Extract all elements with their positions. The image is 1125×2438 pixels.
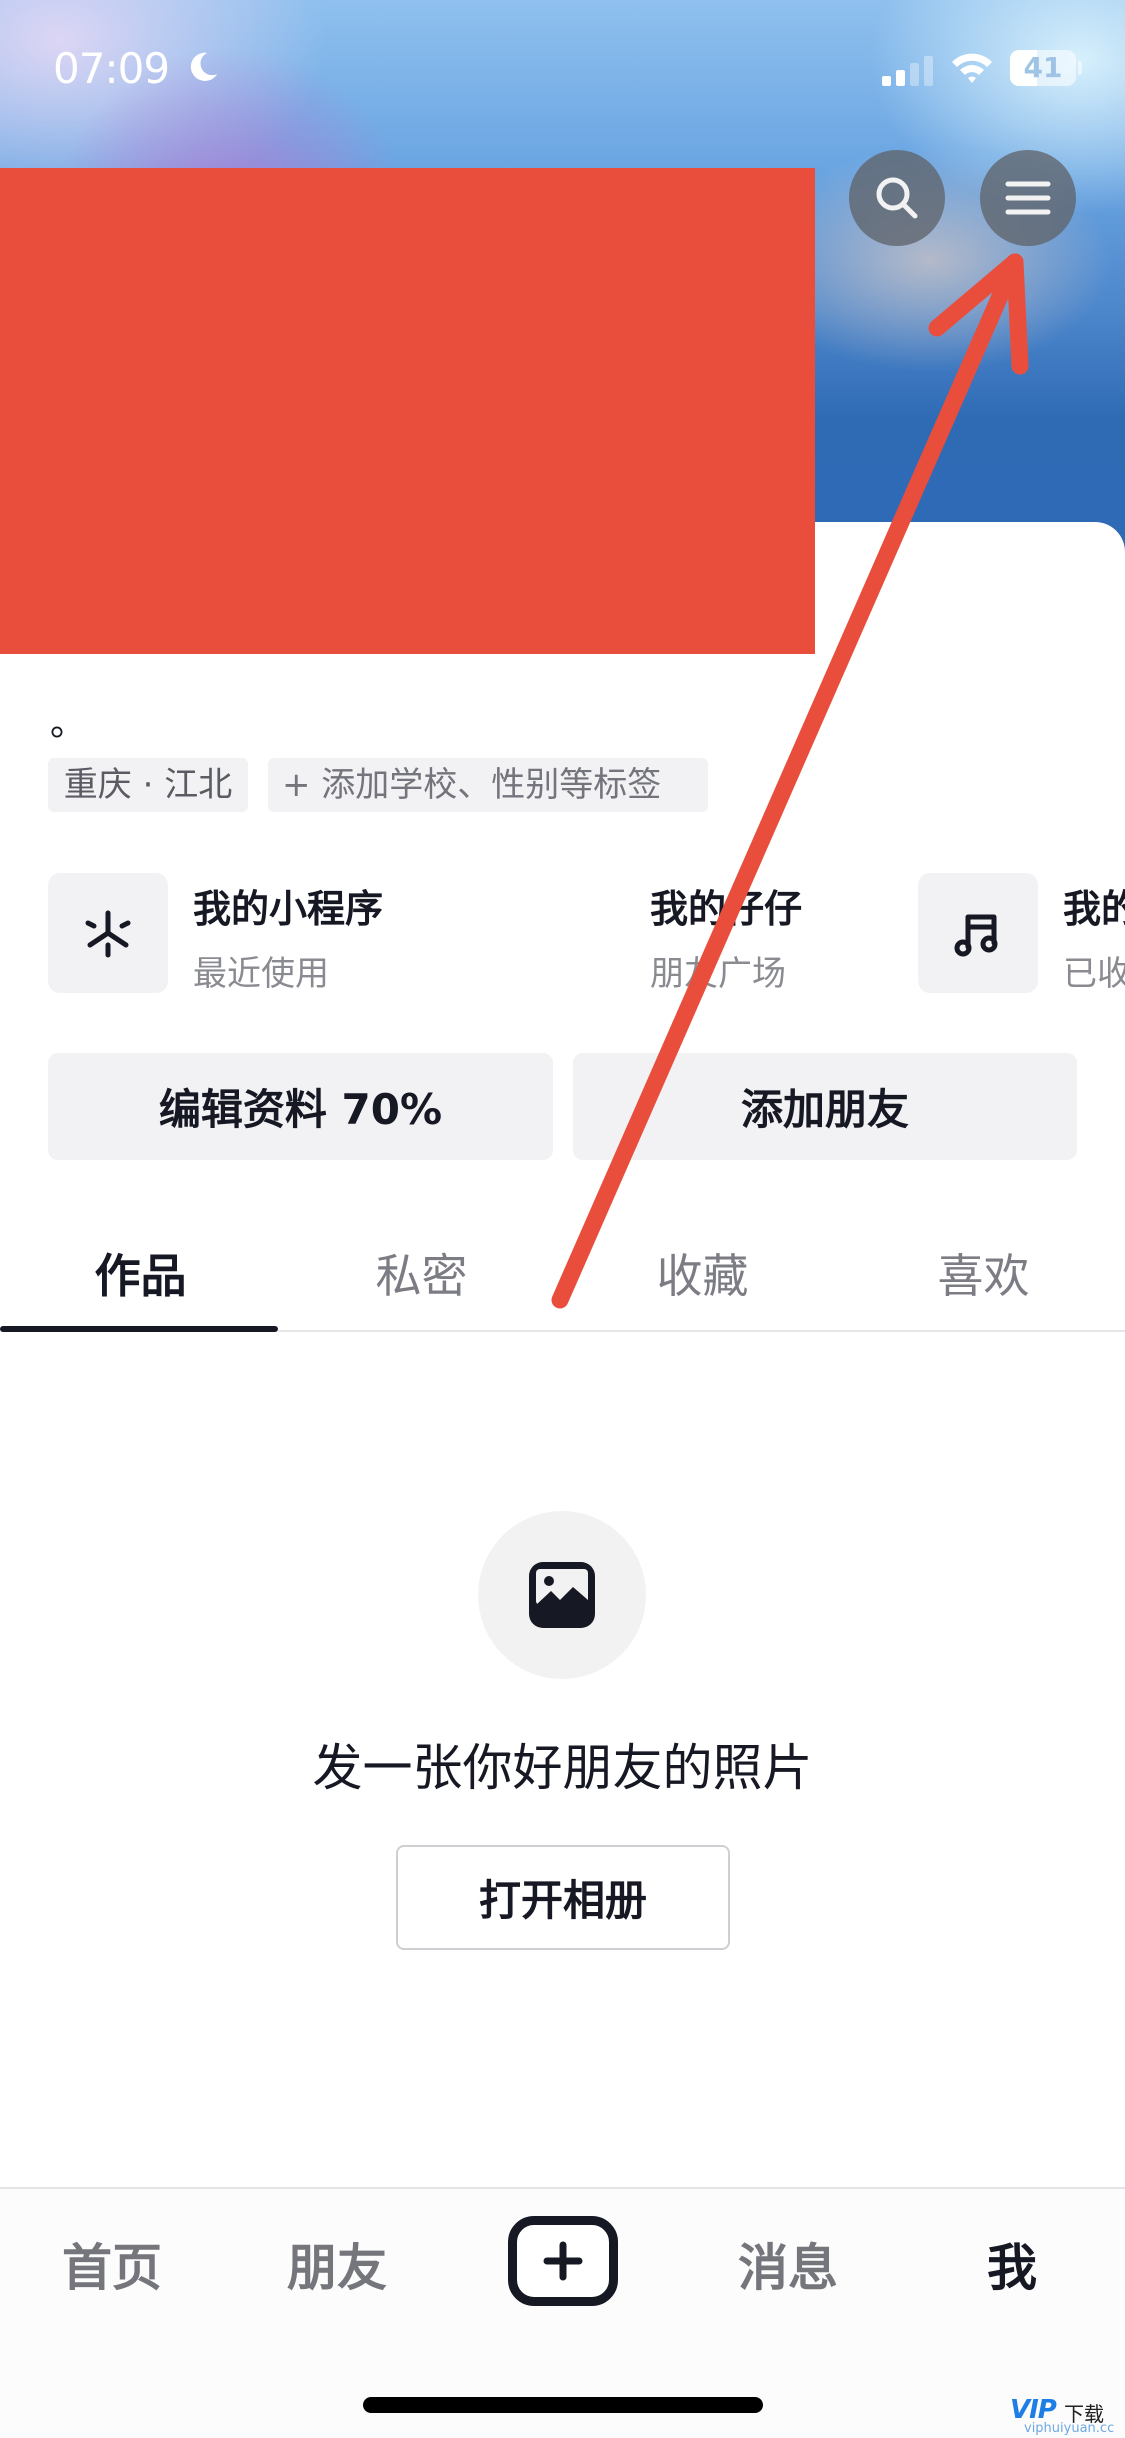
image-icon [529, 1562, 595, 1628]
open-album-button[interactable]: 打开相册 [396, 1845, 730, 1950]
nav-messages[interactable]: 消息 [688, 2228, 888, 2300]
add-friend-button[interactable]: 添加朋友 [573, 1053, 1077, 1160]
home-indicator[interactable] [363, 2397, 763, 2413]
battery-cap [1078, 61, 1082, 75]
hamburger-menu-icon [1005, 181, 1051, 215]
shortcut-zaizai-subtitle: 朋友广场 [650, 954, 786, 994]
active-tab-indicator [0, 1326, 278, 1332]
nav-me[interactable]: 我 [912, 2228, 1112, 2300]
edit-profile-button[interactable]: 编辑资料 70% [48, 1053, 553, 1160]
search-button[interactable] [849, 150, 945, 246]
battery-percent: 41 [1023, 51, 1063, 84]
shortcut-mini-programs-title[interactable]: 我的小程序 [193, 878, 383, 933]
tab-likes[interactable]: 喜欢 [843, 1240, 1124, 1306]
nav-create-button[interactable] [508, 2216, 618, 2306]
empty-state-title: 发一张你好朋友的照片 [312, 1739, 813, 1797]
watermark-url: viphuiyuan.cc [1024, 2421, 1115, 2436]
signal-icon [882, 56, 933, 86]
shortcut-music-tile[interactable] [918, 873, 1038, 993]
shortcut-mini-programs-tile[interactable] [48, 873, 168, 993]
tab-divider [278, 1330, 1125, 1332]
empty-state-icon-container [478, 1511, 646, 1679]
redacted-profile-info [0, 168, 815, 654]
battery-indicator: 41 [1010, 50, 1076, 86]
nav-home[interactable]: 首页 [12, 2228, 212, 2300]
wifi-icon [952, 53, 992, 83]
profile-bio: 。 [50, 703, 87, 744]
moon-icon [190, 52, 218, 81]
shortcut-zaizai-title[interactable]: 我的仔仔 [650, 878, 802, 933]
plus-icon [543, 2241, 583, 2281]
nav-friends[interactable]: 朋友 [237, 2228, 437, 2300]
search-icon [876, 177, 918, 219]
add-tags-button[interactable]: + 添加学校、性别等标签 [268, 758, 708, 812]
menu-button[interactable] [980, 150, 1076, 246]
mini-program-icon [85, 910, 131, 958]
status-time: 07:09 [53, 44, 170, 93]
tab-works[interactable]: 作品 [0, 1240, 281, 1306]
location-tag[interactable]: 重庆 · 江北 [48, 758, 248, 812]
tab-private[interactable]: 私密 [281, 1240, 562, 1306]
shortcut-music-title[interactable]: 我的 [1063, 878, 1125, 933]
music-note-icon [954, 914, 998, 957]
tab-favorites[interactable]: 收藏 [562, 1240, 843, 1306]
watermark: VIP 下载 viphuiyuan.cc [1010, 2395, 1125, 2436]
shortcut-mini-programs-subtitle: 最近使用 [193, 954, 329, 994]
shortcut-music-subtitle: 已收 [1063, 954, 1125, 994]
